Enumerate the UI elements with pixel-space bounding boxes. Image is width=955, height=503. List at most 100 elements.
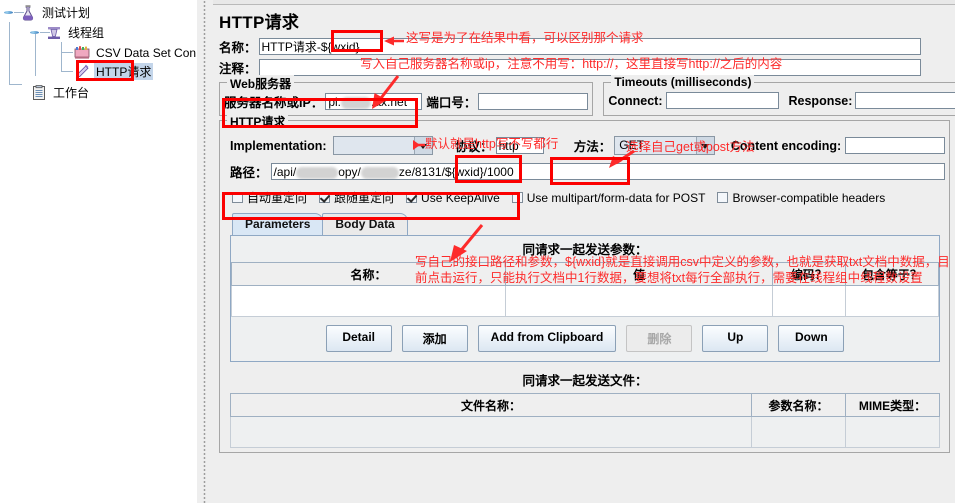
content-encoding-input[interactable]	[845, 137, 945, 154]
detail-button[interactable]: Detail	[325, 325, 392, 352]
column-header-filename[interactable]: 文件名称：	[229, 393, 753, 417]
sidebar-item-csv-data-set-config[interactable]: CSV Data Set Config	[73, 43, 197, 62]
sidebar-item-label: 测试计划	[42, 6, 91, 20]
comment-row: 注释：	[213, 57, 955, 78]
column-header-encode[interactable]: 编码？	[772, 262, 846, 286]
checkbox-follow-redirect[interactable]: 跟随重定向	[319, 189, 394, 206]
name-input[interactable]: HTTP请求-${wxid}	[258, 38, 921, 55]
table-cell[interactable]	[844, 285, 940, 317]
column-header-param-name[interactable]: 参数名称：	[751, 393, 847, 417]
connect-timeout-label: Connect:	[608, 93, 663, 108]
table-row[interactable]	[229, 416, 940, 448]
options-checkbox-row: 自动重定向 跟随重定向 Use KeepAlive Use multipart/…	[224, 185, 945, 209]
files-table[interactable]: 文件名称： 参数名称： MIME类型：	[229, 393, 940, 448]
name-label: 名称：	[219, 41, 257, 55]
splitter-grip-icon	[203, 0, 206, 503]
table-cell[interactable]	[772, 285, 846, 317]
sidebar-item-workbench[interactable]: 工作台	[30, 83, 91, 102]
thread-group-icon	[45, 24, 63, 42]
method-label: 方法：	[573, 140, 612, 154]
checkbox-box[interactable]	[511, 192, 523, 203]
table-cell[interactable]	[751, 416, 847, 448]
tree-connector	[9, 22, 10, 84]
flask-icon	[19, 4, 37, 22]
up-button[interactable]: Up	[702, 325, 769, 352]
tree-connector	[61, 52, 62, 72]
path-input[interactable]: /api/opy/ze/8131/${wxid}/1000	[270, 163, 945, 180]
checkbox-box[interactable]	[319, 192, 331, 203]
column-header-mime-type[interactable]: MIME类型：	[845, 393, 940, 417]
path-label: 路径：	[230, 166, 268, 180]
table-header-row: 名称： 值 编码？ 包含等于？	[230, 262, 940, 286]
checkbox-auto-redirect[interactable]: 自动重定向	[232, 189, 307, 206]
table-header-row: 文件名称： 参数名称： MIME类型：	[229, 393, 940, 417]
server-label: 服务器名称或IP：	[224, 96, 324, 110]
implementation-label: Implementation:	[230, 138, 327, 153]
table-cell[interactable]	[229, 416, 753, 448]
tab-body-data[interactable]: Body Data	[322, 213, 408, 235]
implementation-select[interactable]	[332, 136, 434, 155]
column-header-include-equals[interactable]: 包含等于？	[844, 262, 940, 286]
down-button[interactable]: Down	[778, 325, 845, 352]
column-header-name[interactable]: 名称：	[230, 262, 507, 286]
sidebar-item-thread-group[interactable]: 线程组	[30, 23, 106, 42]
params-section-title: 同请求一起发送参数：	[522, 243, 648, 257]
checkbox-use-multipart[interactable]: Use multipart/form-data for POST	[511, 191, 705, 205]
expand-handle-icon[interactable]	[4, 8, 13, 17]
sidebar-item-label: HTTP请求	[94, 63, 154, 80]
parameters-table[interactable]: 名称： 值 编码？ 包含等于？	[230, 262, 940, 317]
method-select[interactable]: GET	[614, 136, 715, 155]
pane-splitter[interactable]	[196, 0, 214, 503]
add-from-clipboard-button[interactable]: Add from Clipboard	[477, 325, 617, 352]
jmeter-window: 测试计划 线程组 CSV Data Set Con HTTP请求 工作台 HTT…	[0, 0, 955, 503]
table-row[interactable]	[230, 285, 940, 317]
checkbox-box[interactable]	[232, 192, 243, 203]
protocol-label: 协议：	[455, 140, 493, 154]
tree-connector	[61, 71, 73, 72]
delete-button: 删除	[626, 325, 693, 352]
protocol-input[interactable]: http	[495, 137, 544, 154]
sidebar-item-http-request[interactable]: HTTP请求	[73, 62, 154, 81]
web-server-group-title: Web服务器	[227, 75, 295, 92]
server-input[interactable]: pi. .ax.net	[325, 93, 423, 110]
redaction-blur	[341, 96, 371, 109]
workbench-icon	[30, 84, 48, 102]
sidebar-item-label: 线程组	[68, 26, 105, 40]
add-button[interactable]: 添加	[401, 325, 468, 352]
connect-timeout-input[interactable]	[665, 92, 779, 109]
sidebar-item-label: 工作台	[53, 86, 90, 100]
http-request-icon	[73, 63, 91, 81]
checkbox-use-keepalive[interactable]: Use KeepAlive	[406, 191, 500, 205]
expand-handle-icon[interactable]	[30, 28, 39, 37]
comment-input[interactable]	[258, 59, 921, 76]
test-plan-tree[interactable]: 测试计划 线程组 CSV Data Set Con HTTP请求 工作台	[0, 0, 196, 100]
tab-parameters[interactable]: Parameters	[232, 213, 324, 235]
checkbox-browser-compatible-headers[interactable]: Browser-compatible headers	[717, 191, 885, 205]
timeouts-group-title: Timeouts (milliseconds)	[611, 75, 755, 89]
checkbox-box[interactable]	[406, 192, 418, 203]
tab-bar[interactable]: Parameters Body Data	[232, 213, 945, 235]
content-encoding-label: Content encoding:	[730, 138, 842, 153]
test-plan-tree-pane[interactable]: 测试计划 线程组 CSV Data Set Con HTTP请求 工作台	[0, 0, 197, 503]
response-timeout-label: Response:	[788, 93, 853, 108]
chevron-down-icon[interactable]	[695, 137, 714, 154]
http-request-panel: HTTP请求 名称： HTTP请求-${wxid} 注释： Web服务器 服务器…	[213, 0, 955, 503]
name-row: 名称： HTTP请求-${wxid}	[213, 36, 955, 57]
parameters-button-row: Detail 添加 Add from Clipboard 删除 Up Down	[231, 317, 939, 361]
redaction-blur	[360, 166, 399, 179]
web-server-group: Web服务器 服务器名称或IP： pi. .ax.net 端口号：	[219, 75, 594, 116]
page-title: HTTP请求	[219, 13, 300, 32]
table-cell[interactable]	[505, 285, 774, 317]
tree-connector	[9, 84, 22, 85]
checkbox-box[interactable]	[717, 192, 729, 203]
port-input[interactable]	[478, 93, 589, 110]
table-cell[interactable]	[845, 416, 940, 448]
parameters-tab-panel: 同请求一起发送参数： 名称： 值 编码？ 包含等于？ Detail 添加 Add…	[230, 235, 940, 362]
column-header-value[interactable]: 值	[505, 262, 774, 286]
timeouts-group: Timeouts (milliseconds) Connect: Respons…	[603, 75, 955, 116]
sidebar-item-label: CSV Data Set Config	[96, 45, 197, 60]
sidebar-item-test-plan[interactable]: 测试计划	[4, 3, 92, 22]
response-timeout-input[interactable]	[855, 92, 955, 109]
table-cell[interactable]	[230, 285, 507, 317]
chevron-down-icon[interactable]	[414, 137, 433, 154]
